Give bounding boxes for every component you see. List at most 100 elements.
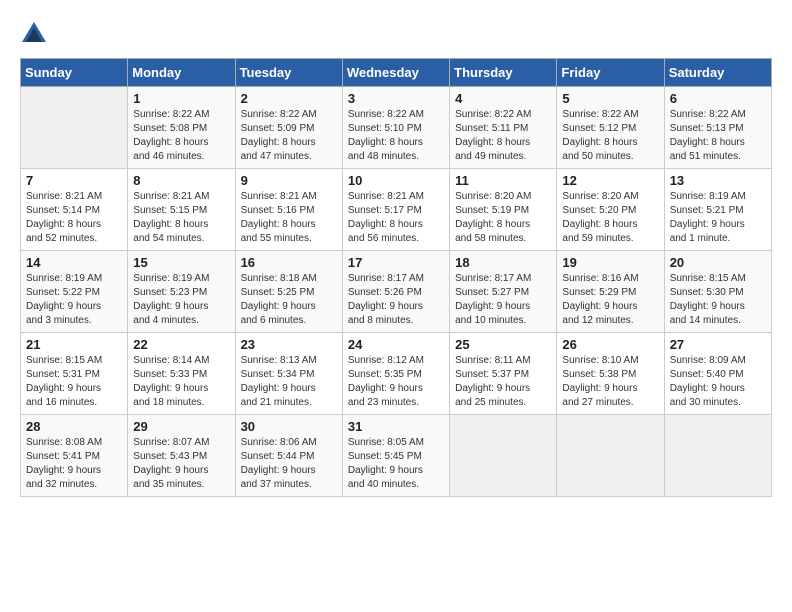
day-info: Sunrise: 8:22 AMSunset: 5:11 PMDaylight:… — [455, 108, 551, 164]
day-number: 18 — [455, 255, 551, 270]
day-number: 25 — [455, 337, 551, 352]
day-info: Sunrise: 8:12 AMSunset: 5:35 PMDaylight:… — [348, 354, 444, 410]
week-row-2: 7 Sunrise: 8:21 AMSunset: 5:14 PMDaylight… — [21, 169, 772, 251]
day-info: Sunrise: 8:20 AMSunset: 5:20 PMDaylight:… — [562, 190, 658, 246]
day-number: 8 — [133, 173, 229, 188]
day-info: Sunrise: 8:17 AMSunset: 5:26 PMDaylight:… — [348, 272, 444, 328]
day-number: 7 — [26, 173, 122, 188]
day-number: 14 — [26, 255, 122, 270]
day-number: 31 — [348, 419, 444, 434]
weekday-header-row: SundayMondayTuesdayWednesdayThursdayFrid… — [21, 59, 772, 87]
day-info: Sunrise: 8:15 AMSunset: 5:30 PMDaylight:… — [670, 272, 766, 328]
day-number: 20 — [670, 255, 766, 270]
calendar-cell: 31 Sunrise: 8:05 AMSunset: 5:45 PMDayligh… — [342, 415, 449, 497]
day-number: 28 — [26, 419, 122, 434]
day-number: 2 — [241, 91, 337, 106]
weekday-header-wednesday: Wednesday — [342, 59, 449, 87]
day-info: Sunrise: 8:22 AMSunset: 5:09 PMDaylight:… — [241, 108, 337, 164]
day-info: Sunrise: 8:22 AMSunset: 5:13 PMDaylight:… — [670, 108, 766, 164]
calendar-cell: 14 Sunrise: 8:19 AMSunset: 5:22 PMDayligh… — [21, 251, 128, 333]
calendar-cell: 5Sunrise: 8:22 AMSunset: 5:12 PMDaylight… — [557, 87, 664, 169]
calendar-cell: 2 Sunrise: 8:22 AMSunset: 5:09 PMDaylight… — [235, 87, 342, 169]
calendar-cell: 1 Sunrise: 8:22 AMSunset: 5:08 PMDaylight… — [128, 87, 235, 169]
day-info: Sunrise: 8:14 AMSunset: 5:33 PMDaylight:… — [133, 354, 229, 410]
day-number: 16 — [241, 255, 337, 270]
day-number: 21 — [26, 337, 122, 352]
day-info: Sunrise: 8:22 AMSunset: 5:12 PMDaylight:… — [562, 108, 658, 164]
day-number: 1 — [133, 91, 229, 106]
day-info: Sunrise: 8:21 AMSunset: 5:17 PMDaylight:… — [348, 190, 444, 246]
day-info: Sunrise: 8:18 AMSunset: 5:25 PMDaylight:… — [241, 272, 337, 328]
day-number: 10 — [348, 173, 444, 188]
calendar-cell: 9Sunrise: 8:21 AMSunset: 5:16 PMDaylight… — [235, 169, 342, 251]
calendar-cell: 8 Sunrise: 8:21 AMSunset: 5:15 PMDaylight… — [128, 169, 235, 251]
calendar-cell — [557, 415, 664, 497]
calendar-cell: 11 Sunrise: 8:20 AMSunset: 5:19 PMDayligh… — [450, 169, 557, 251]
weekday-header-monday: Monday — [128, 59, 235, 87]
day-info: Sunrise: 8:06 AMSunset: 5:44 PMDaylight:… — [241, 436, 337, 492]
calendar-cell: 19 Sunrise: 8:16 AMSunset: 5:29 PMDayligh… — [557, 251, 664, 333]
day-info: Sunrise: 8:22 AMSunset: 5:10 PMDaylight:… — [348, 108, 444, 164]
weekday-header-saturday: Saturday — [664, 59, 771, 87]
day-number: 23 — [241, 337, 337, 352]
day-info: Sunrise: 8:17 AMSunset: 5:27 PMDaylight:… — [455, 272, 551, 328]
day-number: 29 — [133, 419, 229, 434]
day-number: 22 — [133, 337, 229, 352]
calendar-cell: 3 Sunrise: 8:22 AMSunset: 5:10 PMDaylight… — [342, 87, 449, 169]
day-number: 4 — [455, 91, 551, 106]
day-info: Sunrise: 8:13 AMSunset: 5:34 PMDaylight:… — [241, 354, 337, 410]
calendar-cell: 16 Sunrise: 8:18 AMSunset: 5:25 PMDayligh… — [235, 251, 342, 333]
day-number: 26 — [562, 337, 658, 352]
day-number: 6 — [670, 91, 766, 106]
calendar-cell: 26 Sunrise: 8:10 AMSunset: 5:38 PMDayligh… — [557, 333, 664, 415]
day-number: 30 — [241, 419, 337, 434]
logo-icon — [20, 20, 48, 48]
calendar-cell: 29 Sunrise: 8:07 AMSunset: 5:43 PMDayligh… — [128, 415, 235, 497]
week-row-3: 14 Sunrise: 8:19 AMSunset: 5:22 PMDayligh… — [21, 251, 772, 333]
day-number: 11 — [455, 173, 551, 188]
calendar-cell: 22 Sunrise: 8:14 AMSunset: 5:33 PMDayligh… — [128, 333, 235, 415]
calendar-cell: 17 Sunrise: 8:17 AMSunset: 5:26 PMDayligh… — [342, 251, 449, 333]
page-header — [20, 20, 772, 48]
calendar-cell: 15 Sunrise: 8:19 AMSunset: 5:23 PMDayligh… — [128, 251, 235, 333]
day-info: Sunrise: 8:22 AMSunset: 5:08 PMDaylight:… — [133, 108, 229, 164]
day-info: Sunrise: 8:10 AMSunset: 5:38 PMDaylight:… — [562, 354, 658, 410]
logo — [20, 20, 50, 48]
calendar-cell: 25 Sunrise: 8:11 AMSunset: 5:37 PMDayligh… — [450, 333, 557, 415]
day-info: Sunrise: 8:19 AMSunset: 5:23 PMDaylight:… — [133, 272, 229, 328]
day-number: 15 — [133, 255, 229, 270]
day-info: Sunrise: 8:21 AMSunset: 5:14 PMDaylight:… — [26, 190, 122, 246]
day-number: 13 — [670, 173, 766, 188]
day-info: Sunrise: 8:21 AMSunset: 5:16 PMDaylight:… — [241, 190, 337, 246]
calendar-cell: 4 Sunrise: 8:22 AMSunset: 5:11 PMDaylight… — [450, 87, 557, 169]
calendar-cell — [664, 415, 771, 497]
calendar-cell — [21, 87, 128, 169]
day-info: Sunrise: 8:16 AMSunset: 5:29 PMDaylight:… — [562, 272, 658, 328]
day-info: Sunrise: 8:09 AMSunset: 5:40 PMDaylight:… — [670, 354, 766, 410]
day-info: Sunrise: 8:15 AMSunset: 5:31 PMDaylight:… — [26, 354, 122, 410]
day-info: Sunrise: 8:11 AMSunset: 5:37 PMDaylight:… — [455, 354, 551, 410]
weekday-header-friday: Friday — [557, 59, 664, 87]
calendar-cell: 28Sunrise: 8:08 AMSunset: 5:41 PMDayligh… — [21, 415, 128, 497]
day-number: 19 — [562, 255, 658, 270]
calendar-cell: 12Sunrise: 8:20 AMSunset: 5:20 PMDayligh… — [557, 169, 664, 251]
day-number: 3 — [348, 91, 444, 106]
calendar-cell: 18 Sunrise: 8:17 AMSunset: 5:27 PMDayligh… — [450, 251, 557, 333]
day-info: Sunrise: 8:07 AMSunset: 5:43 PMDaylight:… — [133, 436, 229, 492]
weekday-header-sunday: Sunday — [21, 59, 128, 87]
day-number: 24 — [348, 337, 444, 352]
calendar-table: SundayMondayTuesdayWednesdayThursdayFrid… — [20, 58, 772, 497]
calendar-cell: 30 Sunrise: 8:06 AMSunset: 5:44 PMDayligh… — [235, 415, 342, 497]
weekday-header-tuesday: Tuesday — [235, 59, 342, 87]
day-number: 17 — [348, 255, 444, 270]
week-row-4: 21 Sunrise: 8:15 AMSunset: 5:31 PMDayligh… — [21, 333, 772, 415]
day-number: 27 — [670, 337, 766, 352]
calendar-cell: 27 Sunrise: 8:09 AMSunset: 5:40 PMDayligh… — [664, 333, 771, 415]
calendar-cell: 23 Sunrise: 8:13 AMSunset: 5:34 PMDayligh… — [235, 333, 342, 415]
weekday-header-thursday: Thursday — [450, 59, 557, 87]
day-info: Sunrise: 8:05 AMSunset: 5:45 PMDaylight:… — [348, 436, 444, 492]
day-info: Sunrise: 8:20 AMSunset: 5:19 PMDaylight:… — [455, 190, 551, 246]
day-info: Sunrise: 8:19 AMSunset: 5:22 PMDaylight:… — [26, 272, 122, 328]
day-info: Sunrise: 8:21 AMSunset: 5:15 PMDaylight:… — [133, 190, 229, 246]
day-info: Sunrise: 8:19 AMSunset: 5:21 PMDaylight:… — [670, 190, 766, 246]
